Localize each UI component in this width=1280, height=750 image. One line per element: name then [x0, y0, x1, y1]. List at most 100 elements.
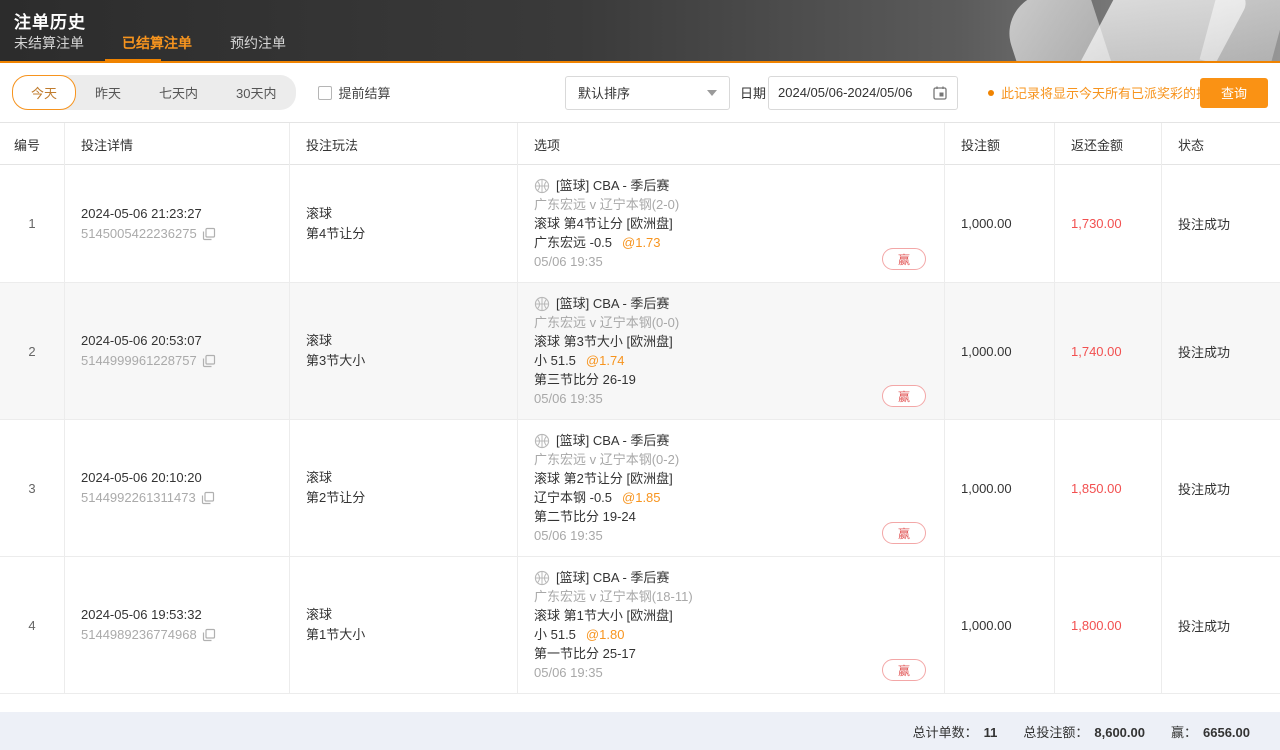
selection-line: 辽宁本钢 -0.5 @1.85	[534, 488, 928, 507]
stake-amount: 1,000.00	[945, 557, 1055, 693]
table-row: 3 2024-05-06 20:10:20 5144992261311473 滚…	[0, 420, 1280, 557]
league-name: [篮球] CBA - 季后赛	[556, 568, 669, 587]
tab-reserved[interactable]: 预约注单	[230, 33, 286, 55]
event-time: 05/06 19:35	[534, 389, 928, 408]
market-name: 滚球 第4节让分 [欧洲盘]	[534, 214, 928, 233]
tab-settled[interactable]: 已结算注单	[122, 33, 192, 55]
page-title: 注单历史	[14, 8, 86, 33]
payout-amount: 1,800.00	[1055, 557, 1162, 693]
selection: 小 51.5	[534, 353, 576, 368]
early-settle-label: 提前结算	[339, 83, 391, 102]
range-7days[interactable]: 七天内	[140, 75, 217, 110]
stake-amount: 1,000.00	[945, 165, 1055, 282]
table-header-row: 编号 投注详情 投注玩法 选项 投注额 返还金额 状态	[0, 122, 1280, 165]
win-badge: 赢	[882, 659, 926, 681]
row-number: 1	[0, 165, 65, 282]
bet-id: 5144999961228757	[81, 351, 197, 371]
period-score: 第三节比分 26-19	[534, 370, 928, 389]
active-tab-indicator	[105, 59, 161, 63]
period-score: 第二节比分 19-24	[534, 507, 928, 526]
play-type: 滚球	[306, 204, 501, 224]
date-range-value: 2024/05/06-2024/05/06	[778, 85, 912, 100]
bet-status: 投注成功	[1162, 283, 1280, 419]
market-name: 滚球 第3节大小 [欧洲盘]	[534, 332, 928, 351]
bet-status: 投注成功	[1162, 165, 1280, 282]
event-time: 05/06 19:35	[534, 526, 928, 545]
tab-unsettled[interactable]: 未结算注单	[14, 33, 84, 55]
bet-time: 2024-05-06 20:10:20	[81, 468, 273, 488]
table-row: 2 2024-05-06 20:53:07 5144999961228757 滚…	[0, 283, 1280, 420]
selection: 辽宁本钢 -0.5	[534, 490, 612, 505]
league-line: [篮球] CBA - 季后赛	[534, 431, 928, 450]
row-number: 4	[0, 557, 65, 693]
win-badge: 赢	[882, 385, 926, 407]
col-header-playtype: 投注玩法	[290, 123, 518, 166]
col-header-option: 选项	[518, 123, 945, 166]
copy-icon[interactable]	[202, 227, 216, 241]
period-score: 第一节比分 25-17	[534, 644, 928, 663]
copy-icon[interactable]	[202, 354, 216, 368]
payout-amount: 1,730.00	[1055, 165, 1162, 282]
basketball-icon	[534, 570, 550, 586]
selection-line: 小 51.5@1.80	[534, 625, 928, 644]
league-name: [篮球] CBA - 季后赛	[556, 176, 669, 195]
col-header-stake: 投注额	[945, 123, 1055, 166]
selection-line: 广东宏远 -0.5 @1.73	[534, 233, 928, 252]
match-teams: 广东宏远 v 辽宁本钢(2-0)	[534, 195, 928, 214]
stake-amount: 1,000.00	[945, 283, 1055, 419]
payout-amount: 1,850.00	[1055, 420, 1162, 556]
market-name: 滚球 第2节让分 [欧洲盘]	[534, 469, 928, 488]
bet-id: 5145005422236275	[81, 224, 197, 244]
table-row: 1 2024-05-06 21:23:27 5145005422236275 滚…	[0, 165, 1280, 283]
play-type: 滚球	[306, 605, 501, 625]
notice-dot-icon	[988, 90, 994, 96]
league-name: [篮球] CBA - 季后赛	[556, 431, 669, 450]
total-count: 总计单数：11	[913, 722, 998, 741]
bet-id: 5144992261311473	[81, 488, 196, 508]
col-header-no: 编号	[0, 123, 65, 166]
copy-icon[interactable]	[201, 491, 215, 505]
event-time: 05/06 19:35	[534, 252, 928, 271]
league-line: [篮球] CBA - 季后赛	[534, 568, 928, 587]
date-range-input[interactable]: 2024/05/06-2024/05/06	[768, 76, 958, 110]
basketball-icon	[534, 433, 550, 449]
app-header: 注单历史 未结算注单 已结算注单 预约注单	[0, 0, 1280, 63]
match-teams: 广东宏远 v 辽宁本钢(18-11)	[534, 587, 928, 606]
calendar-icon[interactable]	[932, 85, 948, 101]
basketball-icon	[534, 178, 550, 194]
play-market: 第4节让分	[306, 224, 501, 244]
col-header-payout: 返还金额	[1055, 123, 1162, 166]
total-win: 赢：6656.00	[1171, 722, 1250, 741]
league-name: [篮球] CBA - 季后赛	[556, 294, 669, 313]
bet-status: 投注成功	[1162, 420, 1280, 556]
selection: 广东宏远 -0.5	[534, 235, 612, 250]
table-row: 4 2024-05-06 19:53:32 5144989236774968 滚…	[0, 557, 1280, 694]
early-settle-checkbox-wrap[interactable]: 提前结算	[318, 83, 391, 102]
play-market: 第3节大小	[306, 351, 501, 371]
row-number: 2	[0, 283, 65, 419]
odds: @1.73	[622, 235, 661, 250]
odds: @1.85	[622, 490, 661, 505]
play-market: 第2节让分	[306, 488, 501, 508]
copy-icon[interactable]	[202, 628, 216, 642]
win-badge: 赢	[882, 248, 926, 270]
bet-time: 2024-05-06 20:53:07	[81, 331, 273, 351]
bet-status: 投注成功	[1162, 557, 1280, 693]
range-30days[interactable]: 30天内	[217, 75, 295, 110]
early-settle-checkbox[interactable]	[318, 86, 332, 100]
odds: @1.74	[586, 353, 625, 368]
play-type: 滚球	[306, 468, 501, 488]
league-line: [篮球] CBA - 季后赛	[534, 294, 928, 313]
bets-table: 编号 投注详情 投注玩法 选项 投注额 返还金额 状态 1 2024-05-06…	[0, 122, 1280, 694]
date-range-group: 今天 昨天 七天内 30天内	[12, 75, 296, 110]
tab-bar: 未结算注单 已结算注单 预约注单	[14, 33, 286, 55]
range-today[interactable]: 今天	[12, 75, 76, 110]
range-yesterday[interactable]: 昨天	[76, 75, 140, 110]
bet-time: 2024-05-06 19:53:32	[81, 605, 273, 625]
odds: @1.80	[586, 627, 625, 642]
sort-select[interactable]: 默认排序	[565, 76, 730, 110]
play-market: 第1节大小	[306, 625, 501, 645]
payout-notice: 此记录将显示今天所有已派奖彩的投注	[988, 83, 1222, 102]
col-header-status: 状态	[1162, 123, 1280, 166]
query-button[interactable]: 查询	[1200, 78, 1268, 108]
